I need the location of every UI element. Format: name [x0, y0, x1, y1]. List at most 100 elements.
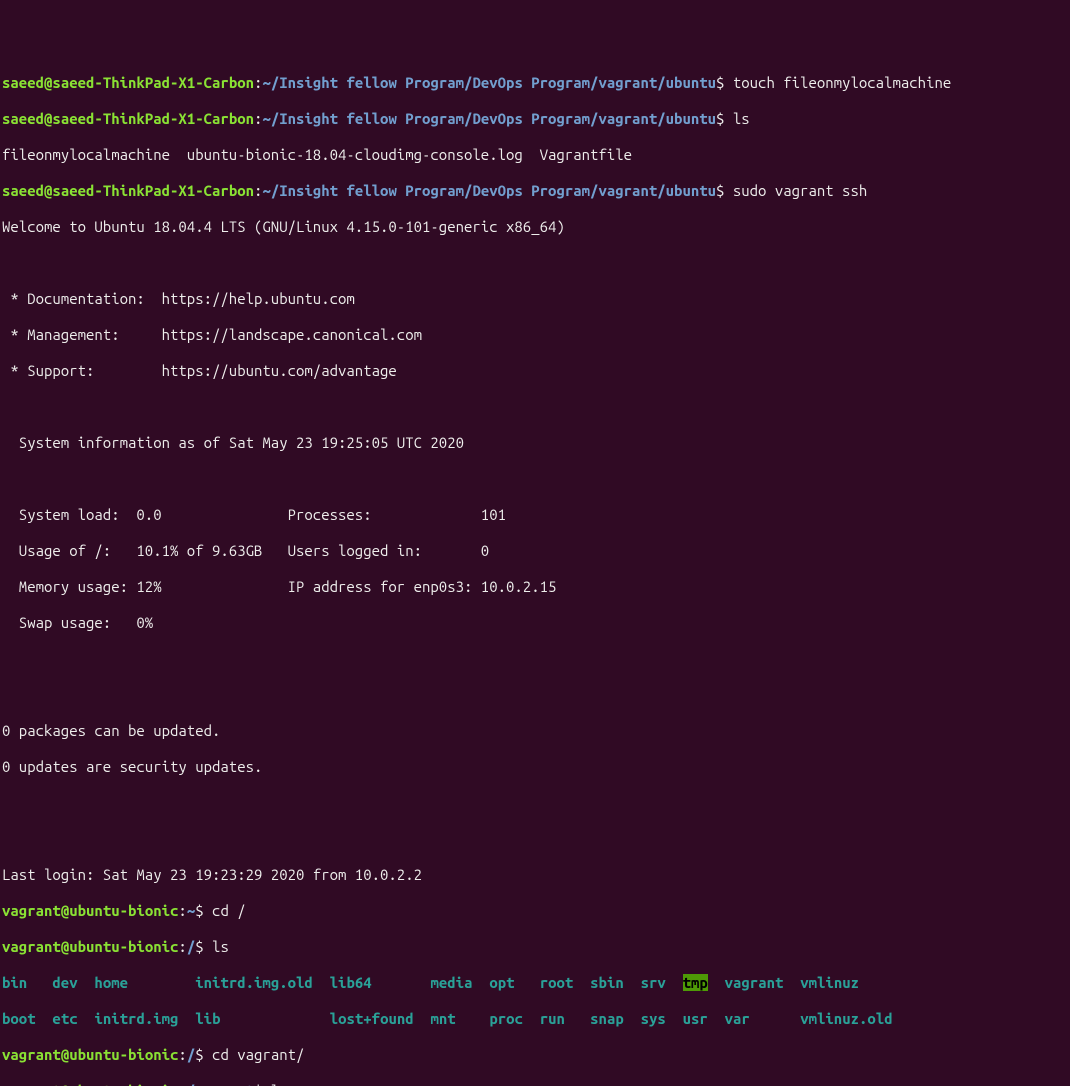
- cmd-ssh: sudo vagrant ssh: [733, 182, 867, 199]
- colon: :: [178, 1082, 186, 1086]
- prompt-line-6[interactable]: vagrant@ubuntu-bionic:/$ cd vagrant/: [2, 1046, 1068, 1064]
- support-url[interactable]: https://ubuntu.com/advantage: [162, 362, 397, 379]
- prompt-host: ubuntu-bionic: [69, 938, 178, 955]
- prompt-host: saeed-ThinkPad-X1-Carbon: [52, 74, 254, 91]
- dir-lib64: lib64: [330, 974, 372, 991]
- colon: :: [178, 938, 186, 955]
- dir-dev: dev: [52, 974, 77, 991]
- prompt-user: saeed: [2, 74, 44, 91]
- prompt-path: /: [187, 938, 195, 955]
- colon: :: [178, 1046, 186, 1063]
- prompt-host: saeed-ThinkPad-X1-Carbon: [52, 110, 254, 127]
- prompt-host: ubuntu-bionic: [69, 1046, 178, 1063]
- dollar: $: [254, 1082, 271, 1086]
- at: @: [61, 938, 69, 955]
- prompt-user: saeed: [2, 110, 44, 127]
- sysinfo-header: System information as of Sat May 23 19:2…: [2, 434, 1068, 452]
- prompt-host: ubuntu-bionic: [69, 1082, 178, 1086]
- dir-mnt: mnt: [431, 1010, 456, 1027]
- doc-link-line: * Documentation: https://help.ubuntu.com: [2, 290, 1068, 308]
- last-login: Last login: Sat May 23 19:23:29 2020 fro…: [2, 866, 1068, 884]
- dir-lostfound: lost+found: [330, 1010, 414, 1027]
- link-vmlinuz: vmlinuz: [800, 974, 859, 991]
- dir-proc: proc: [489, 1010, 523, 1027]
- blank: [2, 794, 1068, 812]
- mgmt-label: * Management:: [2, 326, 162, 343]
- welcome-banner: Welcome to Ubuntu 18.04.4 LTS (GNU/Linux…: [2, 218, 1068, 236]
- prompt-line-3[interactable]: saeed@saeed-ThinkPad-X1-Carbon:~/Insight…: [2, 182, 1068, 200]
- blank: [2, 398, 1068, 416]
- prompt-user: vagrant: [2, 1046, 61, 1063]
- prompt-host: ubuntu-bionic: [69, 902, 178, 919]
- link-initrd-old: initrd.img.old: [195, 974, 313, 991]
- prompt-user: vagrant: [2, 938, 61, 955]
- dir-lib: lib: [195, 1010, 220, 1027]
- dollar: $: [195, 1046, 212, 1063]
- dir-media: media: [430, 974, 472, 991]
- dir-etc: etc: [52, 1010, 77, 1027]
- prompt-line-7[interactable]: vagrant@ubuntu-bionic:/vagrant$ ls: [2, 1082, 1068, 1086]
- cmd-ls: ls: [271, 1082, 288, 1086]
- dir-sys: sys: [641, 1010, 666, 1027]
- prompt-path: ~: [187, 902, 195, 919]
- blank: [2, 470, 1068, 488]
- blank: [2, 254, 1068, 272]
- dir-var: var: [725, 1010, 750, 1027]
- dir-snap: snap: [590, 1010, 624, 1027]
- dir-root: root: [540, 974, 574, 991]
- dir-tmp: tmp: [683, 974, 708, 991]
- dir-run: run: [540, 1010, 565, 1027]
- sysinfo-row: System load: 0.0 Processes: 101: [2, 506, 1068, 524]
- link-vmlinuz-old: vmlinuz.old: [800, 1010, 892, 1027]
- sysinfo-row: Swap usage: 0%: [2, 614, 1068, 632]
- blank: [2, 830, 1068, 848]
- dollar: $: [716, 110, 733, 127]
- mgmt-link-line: * Management: https://landscape.canonica…: [2, 326, 1068, 344]
- dir-opt: opt: [489, 974, 514, 991]
- colon: :: [178, 902, 186, 919]
- cmd-touch: touch fileonmylocalmachine: [733, 74, 951, 91]
- updates-line: 0 packages can be updated.: [2, 722, 1068, 740]
- blank: [2, 686, 1068, 704]
- doc-url[interactable]: https://help.ubuntu.com: [162, 290, 355, 307]
- at: @: [61, 1082, 69, 1086]
- dir-srv: srv: [641, 974, 666, 991]
- link-initrd: initrd.img: [94, 1010, 178, 1027]
- cmd-cd-root: cd /: [212, 902, 246, 919]
- cmd-cd-vagrant: cd vagrant/: [212, 1046, 304, 1063]
- dir-home: home: [94, 974, 128, 991]
- prompt-path: /: [187, 1046, 195, 1063]
- dir-vagrant: vagrant: [725, 974, 784, 991]
- dir-boot: boot: [2, 1010, 36, 1027]
- sysinfo-row: Memory usage: 12% IP address for enp0s3:…: [2, 578, 1068, 596]
- prompt-line-1[interactable]: saeed@saeed-ThinkPad-X1-Carbon:~/Insight…: [2, 74, 1068, 92]
- ls-root-row1: bin dev home initrd.img.old lib64 media …: [2, 974, 1068, 992]
- prompt-path: ~/Insight fellow Program/DevOps Program/…: [262, 74, 716, 91]
- dir-sbin: sbin: [590, 974, 624, 991]
- ls-root-row2: boot etc initrd.img lib lost+found mnt p…: [2, 1010, 1068, 1028]
- dir-usr: usr: [683, 1010, 708, 1027]
- support-label: * Support:: [2, 362, 162, 379]
- prompt-path: /vagrant: [187, 1082, 254, 1086]
- support-link-line: * Support: https://ubuntu.com/advantage: [2, 362, 1068, 380]
- prompt-user: saeed: [2, 182, 44, 199]
- mgmt-url[interactable]: https://landscape.canonical.com: [162, 326, 422, 343]
- dollar: $: [716, 182, 733, 199]
- dollar: $: [716, 74, 733, 91]
- doc-label: * Documentation:: [2, 290, 162, 307]
- at: @: [61, 1046, 69, 1063]
- prompt-path: ~/Insight fellow Program/DevOps Program/…: [262, 110, 716, 127]
- prompt-user: vagrant: [2, 902, 61, 919]
- ls-output-local: fileonmylocalmachine ubuntu-bionic-18.04…: [2, 146, 1068, 164]
- prompt-line-5[interactable]: vagrant@ubuntu-bionic:/$ ls: [2, 938, 1068, 956]
- prompt-line-4[interactable]: vagrant@ubuntu-bionic:~$ cd /: [2, 902, 1068, 920]
- prompt-line-2[interactable]: saeed@saeed-ThinkPad-X1-Carbon:~/Insight…: [2, 110, 1068, 128]
- dollar: $: [195, 938, 212, 955]
- prompt-path: ~/Insight fellow Program/DevOps Program/…: [262, 182, 716, 199]
- dollar: $: [195, 902, 212, 919]
- prompt-host: saeed-ThinkPad-X1-Carbon: [52, 182, 254, 199]
- updates-line: 0 updates are security updates.: [2, 758, 1068, 776]
- prompt-user: vagrant: [2, 1082, 61, 1086]
- cmd-ls: ls: [733, 110, 750, 127]
- cmd-ls: ls: [212, 938, 229, 955]
